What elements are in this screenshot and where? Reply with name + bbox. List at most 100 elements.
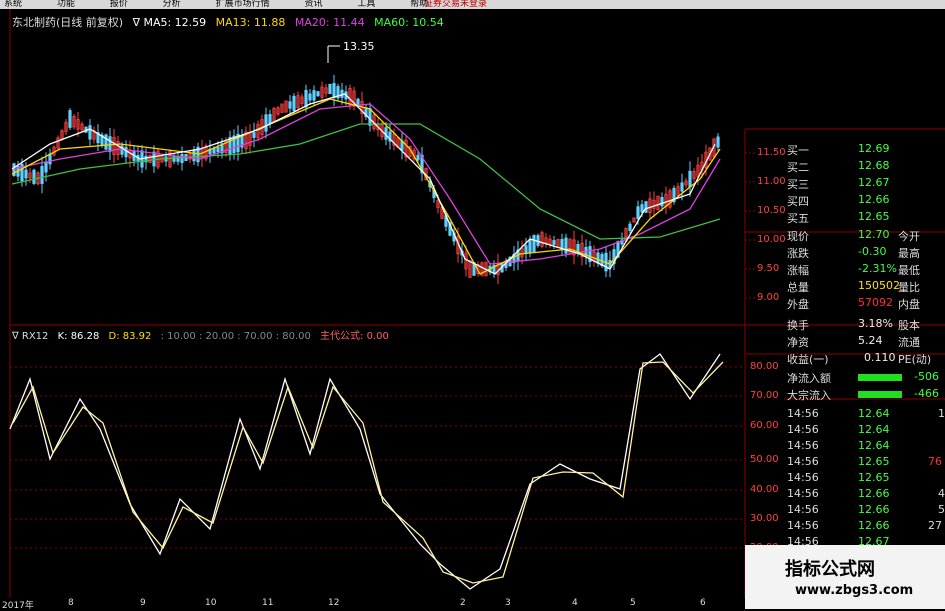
candle-body <box>416 154 420 161</box>
tick-volume: 1 <box>938 407 945 420</box>
quote-value: 5.24 <box>858 334 883 347</box>
indicator-axis-label: 70.00 <box>750 390 779 401</box>
candle-body <box>316 91 320 97</box>
flow-label: 净流入额 <box>787 372 831 385</box>
indicator-axis-label: 80.00 <box>750 361 779 372</box>
tick-price: 12.65 <box>858 471 890 484</box>
quote-value: 12.69 <box>858 142 890 155</box>
tick-price: 12.65 <box>858 455 890 468</box>
date-label: 8 <box>68 598 74 608</box>
indicator-name[interactable]: ∇ RX12 <box>12 331 48 342</box>
quote-label: 涨幅 <box>787 264 809 277</box>
candle-body <box>288 101 292 109</box>
tick-price: 12.66 <box>858 487 890 500</box>
chart-area: 东北制药(日线 前复权) ∇ MA5: 12.59 MA13: 11.88 MA… <box>0 9 945 609</box>
quote-value: 12.65 <box>858 210 890 223</box>
ma13-label: MA13: 11.88 <box>215 16 286 29</box>
date-label: 5 <box>630 598 636 608</box>
candle-body <box>688 170 692 188</box>
quote-label: 总量 <box>787 281 809 294</box>
indicator-levels: : 10.00 : 20.00 : 70.00 : 80.00 <box>160 331 311 342</box>
menu-tools[interactable]: 工具 <box>353 0 375 9</box>
watermark-logo: 指标公式网 www.zbgs3.com <box>745 545 945 609</box>
quote-label: 买四 <box>787 195 809 208</box>
indicator-axis-label: 40.00 <box>750 484 779 495</box>
indicator-axis-label: 60.00 <box>750 420 779 431</box>
candle-body <box>68 110 72 128</box>
quote-value: 12.70 <box>858 228 890 241</box>
menu-info[interactable]: 资讯 <box>300 0 322 9</box>
indicator-k: K: 86.28 <box>57 331 100 342</box>
quote-value: 57092 <box>858 296 893 309</box>
quote-value: 12.67 <box>858 176 890 189</box>
price-axis-label: 9.00 <box>757 292 780 303</box>
candle-body <box>524 245 528 254</box>
candle-body <box>216 146 220 153</box>
tick-time: 14:56 <box>787 519 819 532</box>
quote-value: 12.68 <box>858 159 890 172</box>
candle-body <box>40 166 44 184</box>
candle-body <box>312 90 316 101</box>
menu-system[interactable]: 系统 <box>0 0 22 9</box>
candle-body <box>32 169 36 184</box>
candle-body <box>596 252 600 264</box>
tick-volume: 27 <box>928 519 942 532</box>
date-axis: 2017年 8 9 10 11 12 2 3 4 5 6 <box>0 598 745 611</box>
ma60-label: MA60: 10.54 <box>374 16 444 29</box>
quote-value: -2.31% <box>858 262 897 275</box>
quote-extra-label: 最低 <box>898 264 920 277</box>
price-axis-label: 11.00 <box>757 176 786 187</box>
menu-analysis[interactable]: 分析 <box>159 0 181 9</box>
ma5-label: ∇ MA5: 12.59 <box>132 16 207 29</box>
quote-label: 买一 <box>787 144 809 157</box>
quote-label: 收益(一) <box>787 353 829 366</box>
quote-value: 0.110 <box>864 351 896 364</box>
menu-function[interactable]: 功能 <box>53 0 75 9</box>
date-label: 2017年 <box>2 601 34 611</box>
d-line <box>12 361 724 584</box>
date-label: 4 <box>572 598 578 608</box>
date-label: 3 <box>505 598 511 608</box>
quote-extra-label: 股本 <box>898 319 920 332</box>
indicator-formula: 主代公式: 0.00 <box>320 331 389 342</box>
candle-body <box>564 237 568 254</box>
date-label: 2 <box>460 598 466 608</box>
candle-body <box>332 83 336 99</box>
candle-body <box>292 95 296 111</box>
menu-extended-market[interactable]: 扩展市场行情 <box>212 0 270 9</box>
quote-label: 买二 <box>787 161 809 174</box>
candle-body <box>532 235 536 252</box>
stock-title[interactable]: 东北制药(日线 前复权) <box>12 16 123 29</box>
tick-time: 14:56 <box>787 471 819 484</box>
menu-quote[interactable]: 报价 <box>106 0 128 9</box>
quote-value: 3.18% <box>858 317 893 330</box>
ma5-line <box>11 93 716 275</box>
quote-label: 净资 <box>787 336 809 349</box>
watermark-url: www.zbgs3.com <box>795 583 914 598</box>
indicator-d: D: 83.92 <box>108 331 152 342</box>
tick-price: 12.66 <box>858 503 890 516</box>
quote-label: 涨跌 <box>787 247 809 260</box>
login-status[interactable]: 证券交易未登录 <box>420 0 487 9</box>
quote-label: 买三 <box>787 178 809 191</box>
candle-body <box>528 239 532 254</box>
candle-body <box>268 114 272 124</box>
chart-header: 东北制药(日线 前复权) ∇ MA5: 12.59 MA13: 11.88 MA… <box>12 14 450 30</box>
quote-extra-label: 今开 <box>898 230 920 243</box>
candle-body <box>88 125 92 140</box>
flow-bar <box>858 391 902 398</box>
candle-body <box>108 136 112 152</box>
menu-bar: 系统 功能 报价 分析 扩展市场行情 资讯 工具 帮助 证券交易未登录 <box>0 0 945 9</box>
high-price-marker: 13.35 <box>343 40 375 53</box>
watermark-title: 指标公式网 <box>785 559 875 580</box>
quote-extra-label: 流通 <box>898 336 920 349</box>
candle-body <box>264 114 268 132</box>
tick-time: 14:56 <box>787 423 819 436</box>
candle-body <box>24 169 28 179</box>
price-axis-label: 9.50 <box>757 263 780 274</box>
tick-volume: 4 <box>938 487 945 500</box>
date-label: 11 <box>262 598 274 608</box>
quote-extra-label: PE(动) <box>898 353 932 366</box>
quote-value: 12.66 <box>858 193 890 206</box>
price-axis-label: 11.50 <box>757 147 786 158</box>
